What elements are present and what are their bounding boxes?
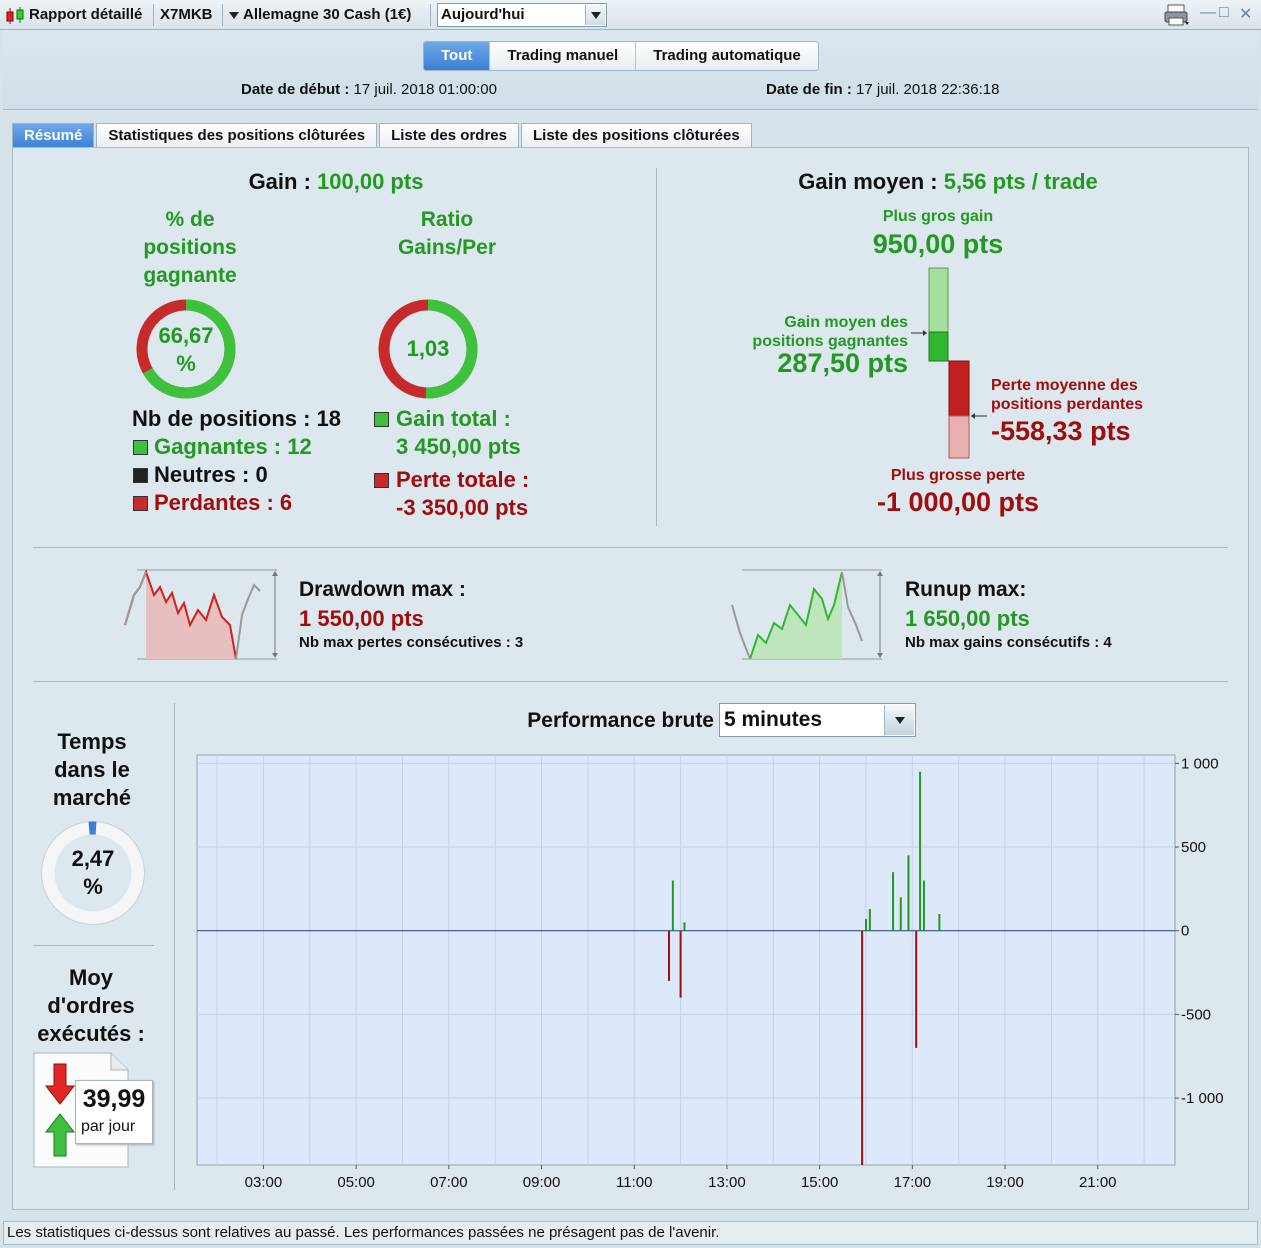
green-square-icon	[374, 412, 389, 427]
drawdown-sparkline-icon	[124, 569, 278, 660]
y-tick-label: 1 000	[1181, 755, 1219, 772]
minimize-icon[interactable]: —	[1200, 4, 1216, 22]
runup-label: Runup max:	[905, 578, 1027, 601]
market-time-title: Temps dans le marché	[52, 729, 132, 810]
plot-area	[196, 754, 1176, 1166]
y-tick-label: -1 000	[1181, 1090, 1224, 1107]
tab-bar: Résumé Statistiques des positions clôtur…	[12, 123, 754, 148]
x-tick-label: 19:00	[986, 1174, 1024, 1191]
x-tick-label: 09:00	[523, 1174, 561, 1191]
avg-gain-value: 5,56 pts / trade	[943, 169, 1098, 194]
perf-title: Performance brute	[527, 709, 714, 732]
instrument-selector[interactable]: Allemagne 30 Cash (1€)	[229, 4, 411, 26]
divider	[33, 945, 154, 946]
biggest-gain-label: Plus gros gain	[882, 208, 994, 225]
runup-sub: Nb max gains consécutifs : 4	[905, 634, 1112, 651]
green-square-icon	[133, 440, 148, 455]
segment-all[interactable]: Tout	[424, 42, 491, 70]
tab-closed-positions[interactable]: Liste des positions clôturées	[520, 123, 752, 148]
x-tick-label: 05:00	[337, 1174, 375, 1191]
orders-title: Moy d'ordres exécutés :	[37, 965, 145, 1046]
market-time-value: 2,47 %	[71, 846, 115, 899]
x-tick-label: 11:00	[616, 1174, 652, 1191]
orders-unit: par jour	[81, 1118, 136, 1135]
printer-icon[interactable]	[1163, 4, 1193, 28]
neutral-count: Neutres : 0	[154, 462, 268, 487]
chevron-down-icon[interactable]	[585, 5, 605, 25]
instrument-name: Allemagne 30 Cash (1€)	[243, 6, 412, 23]
tab-closed-stats[interactable]: Statistiques des positions clôturées	[96, 123, 378, 148]
close-icon[interactable]: ✕	[1239, 4, 1252, 24]
red-square-icon	[374, 473, 389, 488]
avg-win-value: 287,50 pts	[777, 348, 908, 378]
report-title: Rapport détaillé	[29, 6, 143, 23]
account-id[interactable]: X7MKB	[160, 4, 213, 26]
total-gain-label: Gain total :	[396, 406, 511, 431]
start-date: Date de début : 17 juil. 2018 01:00:00	[241, 81, 497, 98]
ratio-title: Ratio Gains/Per	[397, 208, 497, 259]
total-gain-value: 3 450,00 pts	[396, 434, 521, 459]
win-pct-value: 66,67 %	[158, 323, 214, 376]
tab-summary[interactable]: Résumé	[12, 123, 95, 148]
x-tick-label: 13:00	[708, 1174, 746, 1191]
column-divider	[174, 703, 175, 1190]
y-tick-label: 500	[1181, 839, 1206, 856]
interval-value: 5 minutes	[724, 708, 823, 731]
tab-orders[interactable]: Liste des ordres	[379, 123, 519, 148]
x-tick-label: 07:00	[430, 1174, 468, 1191]
biggest-loss-label: Plus grosse perte	[890, 467, 1026, 484]
x-tick-label: 17:00	[894, 1174, 932, 1191]
maximize-icon[interactable]: □	[1219, 4, 1229, 22]
disclaimer-footer: Les statistiques ci-dessus sont relative…	[3, 1221, 1258, 1245]
gain-value: 100,00 pts	[317, 169, 424, 194]
biggest-loss-value: -1 000,00 pts	[876, 487, 1040, 517]
x-tick-label: 21:00	[1079, 1174, 1117, 1191]
black-square-icon	[133, 468, 148, 483]
avg-loss-value: -558,33 pts	[991, 416, 1131, 446]
y-tick-label: 0	[1181, 923, 1189, 940]
winners-count: Gagnantes : 12	[154, 434, 312, 459]
drawdown-label: Drawdown max :	[299, 578, 466, 601]
divider	[33, 547, 1228, 548]
x-tick-label: 15:00	[801, 1174, 839, 1191]
x-tick-label: 03:00	[245, 1174, 283, 1191]
dropdown-arrow-icon	[229, 11, 239, 19]
ratio-value: 1,03	[406, 336, 450, 361]
end-date: Date de fin : 17 juil. 2018 22:36:18	[766, 81, 1000, 98]
biggest-gain-value: 950,00 pts	[872, 229, 1004, 259]
segment-automatic[interactable]: Trading automatique	[636, 42, 818, 70]
gain-loss-bar-diagram	[911, 267, 987, 459]
title-bar: Rapport détaillé X7MKB Allemagne 30 Cash…	[0, 0, 1261, 30]
trading-mode-segment: Tout Trading manuel Trading automatique	[423, 41, 819, 71]
losers-count: Perdantes : 6	[154, 490, 293, 515]
red-square-icon	[133, 496, 148, 511]
nb-positions: Nb de positions : 18	[132, 406, 342, 431]
period-select[interactable]: Aujourd'hui	[437, 3, 607, 27]
orders-value: 39,99	[82, 1085, 146, 1113]
avg-win-label: Gain moyen des positions gagnantes	[752, 314, 908, 350]
chevron-down-icon[interactable]	[884, 705, 914, 735]
interval-select[interactable]: 5 minutes	[719, 703, 916, 737]
runup-sparkline-icon	[731, 569, 883, 660]
drawdown-value: 1 550,00 pts	[299, 606, 424, 631]
segment-manual[interactable]: Trading manuel	[490, 42, 637, 70]
total-loss-value: -3 350,00 pts	[396, 495, 529, 520]
avg-loss-label: Perte moyenne des positions perdantes	[991, 377, 1144, 413]
total-loss-label: Perte totale :	[396, 467, 530, 492]
report-header: Tout Trading manuel Trading automatique …	[3, 30, 1258, 110]
section-divider	[656, 168, 657, 526]
runup-value: 1 650,00 pts	[905, 606, 1030, 631]
win-pct-title: % de positions gagnante	[143, 208, 237, 287]
drawdown-sub: Nb max pertes consécutives : 3	[299, 634, 524, 651]
y-tick-label: -500	[1181, 1006, 1211, 1023]
period-value: Aujourd'hui	[441, 6, 525, 23]
avg-gain-heading: Gain moyen : 5,56 pts / trade	[798, 169, 1098, 194]
gain-heading: Gain : 100,00 pts	[248, 169, 424, 194]
candlestick-icon	[6, 7, 24, 24]
divider	[33, 681, 1228, 682]
performance-chart: 03:00 05:00 07:00 09:00 11:00 13:00 15:00 17:00…	[196, 754, 1224, 1191]
